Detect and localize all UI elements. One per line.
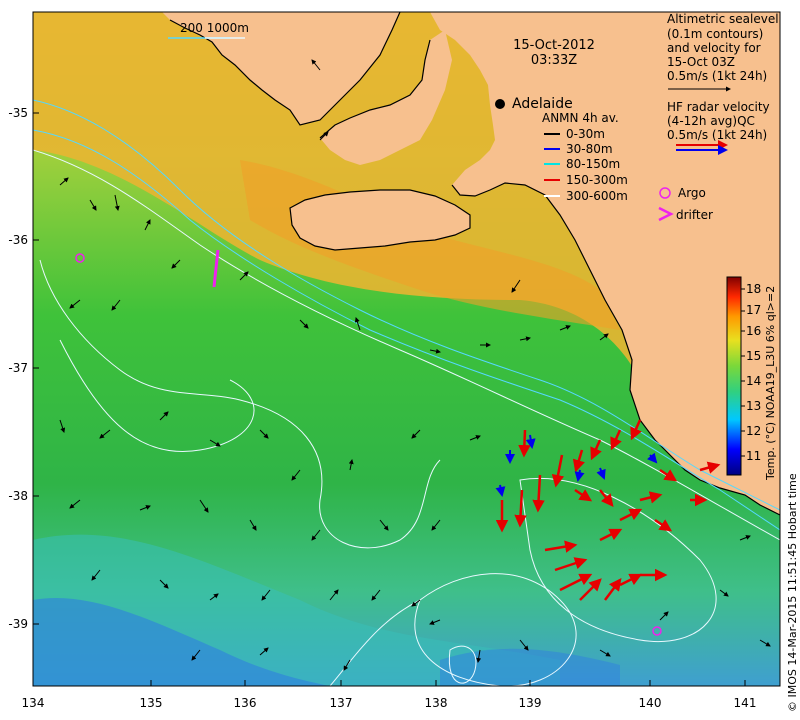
colorbar-tick-label: 15 [746, 349, 761, 363]
anmn-legend-item: 0-30m [566, 127, 605, 141]
argo-legend-label: Argo [678, 186, 706, 200]
city-label: Adelaide [512, 96, 573, 112]
colorbar-tick-label: 17 [746, 303, 761, 317]
altimetry-legend-line: and velocity for [667, 41, 761, 55]
sst-map: 134 135 136 137 138 139 140 141 -35 -36 … [8, 11, 799, 712]
x-tick-label: 138 [425, 696, 448, 710]
hf-radar-legend: HF radar velocity (4-12h avg)QC 0.5m/s (… [667, 100, 770, 142]
anmn-legend-item: 300-600m [566, 189, 628, 203]
y-tick-label: -36 [8, 233, 28, 247]
altimetry-legend-line: 15-Oct 03Z [667, 55, 735, 69]
colorbar-tick-label: 13 [746, 399, 761, 413]
credit-line: © IMOS 14-Mar-2015 11:51:45 Hobart time [786, 473, 799, 712]
colorbar-tick-label: 11 [746, 449, 761, 463]
anmn-legend-item: 150-300m [566, 173, 628, 187]
drifter-legend-label: drifter [676, 208, 713, 222]
map-time: 03:33Z [531, 53, 577, 68]
adelaide-marker [495, 99, 505, 109]
x-tick-label: 137 [330, 696, 353, 710]
colorbar-tick-label: 14 [746, 374, 761, 388]
anmn-legend-title: ANMN 4h av. [542, 111, 619, 125]
x-tick-label: 135 [140, 696, 163, 710]
altimetry-legend-line: 0.5m/s (1kt 24h) [667, 69, 767, 83]
scalebar-label: 200 1000m [180, 21, 249, 35]
colorbar: 11 12 13 14 15 16 17 18 Temp. (°C) NOAA1… [726, 276, 777, 481]
x-tick-label: 141 [734, 696, 757, 710]
x-tick-labels: 134 135 136 137 138 139 140 141 [22, 696, 757, 710]
y-tick-label: -39 [8, 617, 28, 631]
altimetry-legend-line: Altimetric sealevel [667, 12, 779, 26]
anmn-legend-item: 30-80m [566, 142, 613, 156]
colorbar-tick-label: 18 [746, 282, 761, 296]
x-tick-label: 134 [22, 696, 45, 710]
colorbar-tick-label: 16 [746, 324, 761, 338]
colorbar-title: Temp. (°C) NOAA19_L3U 6% ql>=2 [764, 286, 777, 481]
anmn-legend-item: 80-150m [566, 157, 620, 171]
x-tick-label: 139 [519, 696, 542, 710]
colorbar-gradient [726, 276, 742, 476]
y-tick-label: -35 [8, 106, 28, 120]
y-tick-label: -37 [8, 361, 28, 375]
hf-legend-line: (4-12h avg)QC [667, 114, 755, 128]
altimetry-legend-line: (0.1m contours) [667, 27, 763, 41]
y-tick-labels: -35 -36 -37 -38 -39 [8, 106, 28, 631]
hf-legend-line: 0.5m/s (1kt 24h) [667, 128, 767, 142]
map-date: 15-Oct-2012 [513, 38, 595, 53]
colorbar-tick-label: 12 [746, 424, 761, 438]
x-tick-label: 136 [234, 696, 257, 710]
hf-legend-line: HF radar velocity [667, 100, 770, 114]
x-tick-label: 140 [639, 696, 662, 710]
y-tick-label: -38 [8, 489, 28, 503]
